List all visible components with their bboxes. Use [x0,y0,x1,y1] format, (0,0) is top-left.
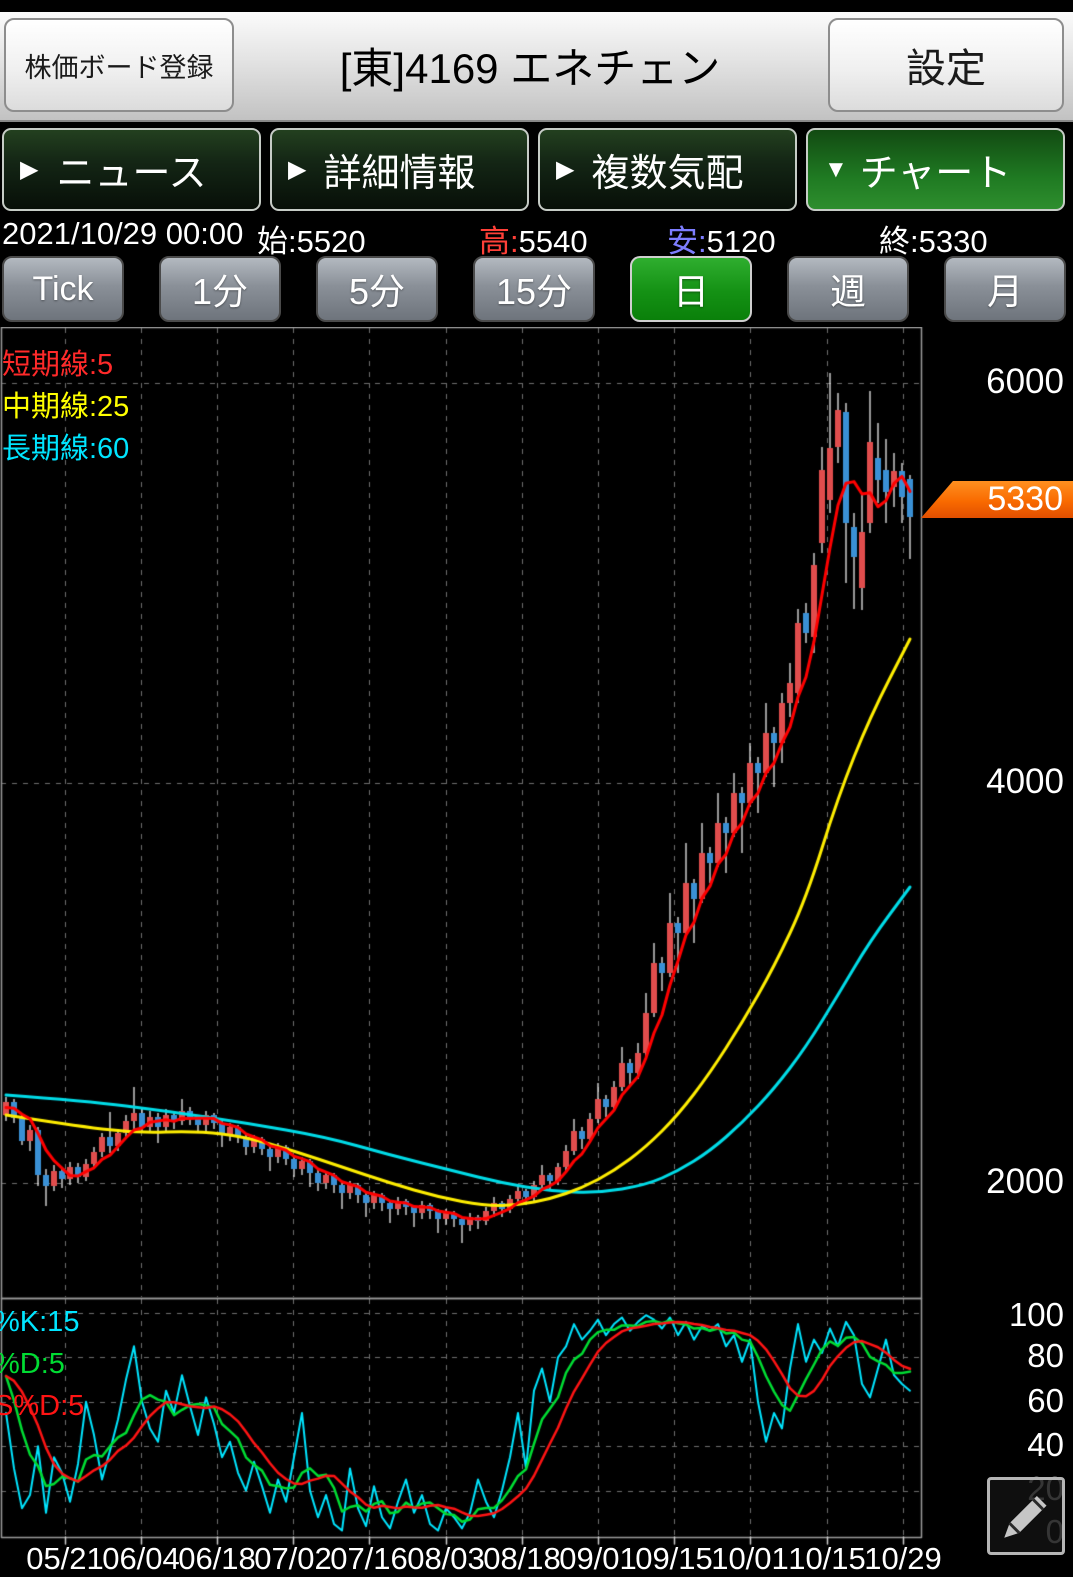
open-label: 始: [257,224,297,259]
arrow-right-icon: ▶ [556,155,574,184]
draw-tool-button[interactable] [987,1477,1065,1555]
legend-stoch-sd: S%D:5 [0,1390,84,1423]
pencil-icon [997,1487,1055,1545]
page-title: [東]4169 エネチェン [250,12,810,118]
close-label: 終: [879,224,919,259]
arrow-down-icon: ▼ [824,156,848,184]
arrow-right-icon: ▶ [20,155,38,184]
quote-low: 安:5120 [667,216,776,261]
legend-stoch-k: %K:15 [0,1306,79,1339]
tab-label: 複数気配 [591,142,743,197]
y-axis-label-2000: 2000 [972,1162,1064,1202]
register-board-button[interactable]: 株価ボード登録 [4,18,234,112]
y-axis-label-4000: 4000 [972,762,1064,802]
legend-stoch-d: %D:5 [0,1348,65,1381]
quote-open: 始:5520 [257,216,366,261]
high-value: 5540 [519,224,588,259]
timeframe-week[interactable]: 週 [787,256,909,322]
high-label: 高: [479,224,519,259]
y-axis-label-6000: 6000 [972,362,1064,402]
low-label: 安: [667,224,707,259]
tab-label: ニュース [56,142,206,197]
tab-label: チャート [860,142,1012,197]
timeframe-tick[interactable]: Tick [2,256,124,322]
stoch-label-60: 60 [972,1382,1064,1420]
x-tick-label: 10/29 [857,1541,949,1577]
quote-datetime: 2021/10/29 00:00 [2,216,243,252]
quote-high: 高:5540 [479,216,588,261]
open-value: 5520 [297,224,366,259]
chart-canvas[interactable] [0,327,1073,1577]
low-value: 5120 [707,224,776,259]
legend-ma-short: 短期線:5 [2,341,113,383]
tab-chart[interactable]: ▼ チャート [806,128,1065,211]
stoch-label-40: 40 [972,1426,1064,1464]
settings-button[interactable]: 設定 [828,18,1064,112]
stoch-label-100: 100 [972,1296,1064,1334]
timeframe-day[interactable]: 日 [630,256,752,322]
stoch-label-80: 80 [972,1337,1064,1375]
tab-details[interactable]: ▶ 詳細情報 [270,128,529,211]
arrow-right-icon: ▶ [288,155,306,184]
timeframe-5min[interactable]: 5分 [316,256,438,322]
close-value: 5330 [919,224,988,259]
top-strip [0,0,1073,12]
timeframe-15min[interactable]: 15分 [473,256,595,322]
timeframe-month[interactable]: 月 [944,256,1066,322]
tab-quotes[interactable]: ▶ 複数気配 [538,128,797,211]
quote-close: 終:5330 [879,216,988,261]
timeframe-1min[interactable]: 1分 [159,256,281,322]
tab-label: 詳細情報 [323,142,475,197]
legend-ma-mid: 中期線:25 [2,383,129,425]
legend-ma-long: 長期線:60 [2,425,129,467]
tab-news[interactable]: ▶ ニュース [2,128,261,211]
